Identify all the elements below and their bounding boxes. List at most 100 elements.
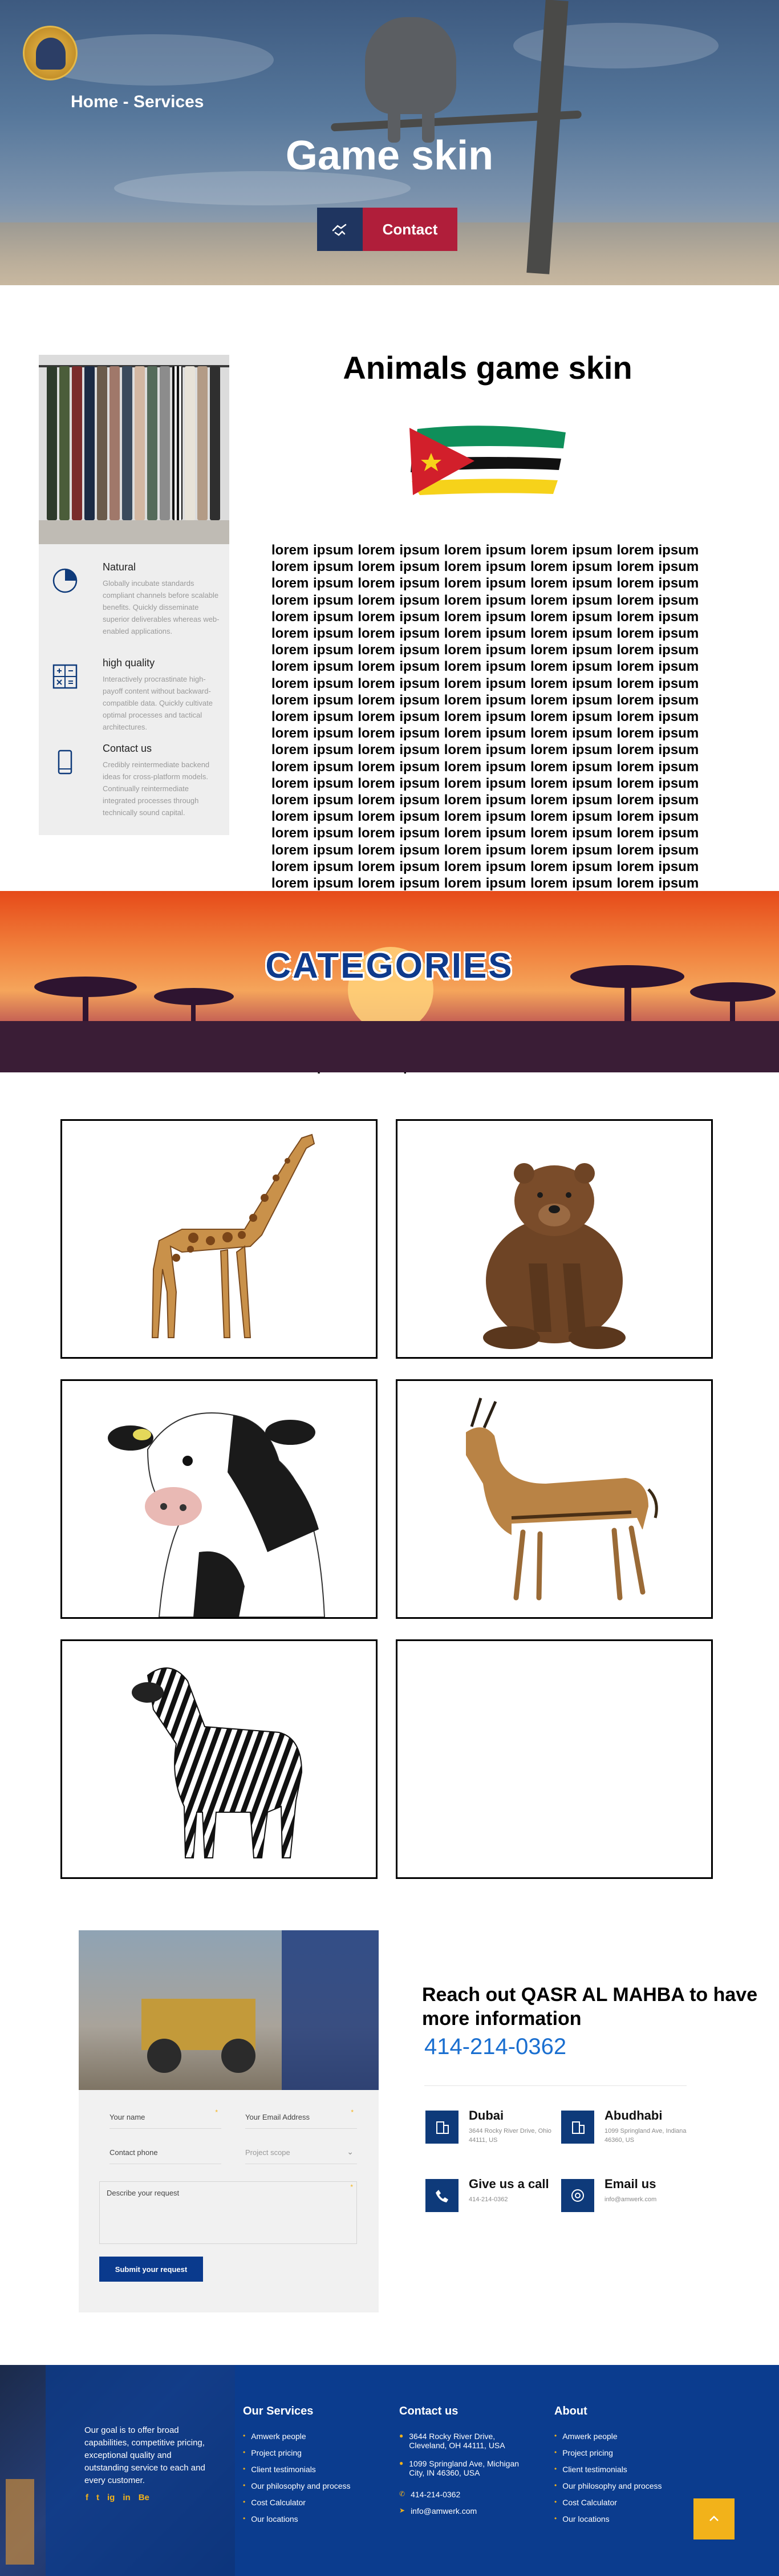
chevron-down-icon: ⌄ <box>347 2147 354 2156</box>
hero-banner: Home - Services Game skin Contact <box>0 0 779 285</box>
footer-link[interactable]: • Amwerk people <box>243 2432 351 2448</box>
bullet-icon: • <box>243 2481 246 2489</box>
instagram-icon[interactable]: ig <box>107 2493 115 2502</box>
email-field[interactable]: Your Email Address * <box>245 2106 357 2129</box>
section-title: Animals game skin <box>343 350 632 386</box>
required-icon: * <box>351 2108 354 2116</box>
call-us[interactable]: Give us a call 414-214-0362 <box>425 2177 557 2222</box>
office-name: Dubai <box>469 2108 504 2123</box>
request-textarea[interactable]: Describe your request * <box>99 2181 357 2244</box>
category-card-gazelle[interactable] <box>396 1379 713 1619</box>
footer-link[interactable]: • Our locations <box>243 2514 351 2531</box>
email-icon <box>561 2179 594 2212</box>
footer-heading: Our Services <box>243 2405 314 2417</box>
footer-tagline: Our goal is to offer broad capabilities,… <box>84 2425 205 2485</box>
footer-phone[interactable]: ✆ 414-214-0362 <box>399 2490 525 2506</box>
office-address: 414-214-0362 <box>469 2196 508 2203</box>
bullet-icon: • <box>243 2514 246 2522</box>
contact-form: Your name * Your Email Address * Contact… <box>79 1930 379 2312</box>
footer-about: About • Amwerk people • Project pricing • C… <box>554 2405 662 2531</box>
submit-button[interactable]: Submit your request <box>99 2257 203 2282</box>
page-title: Game skin <box>285 133 494 179</box>
bear-image <box>483 1163 626 1349</box>
breadcrumb[interactable]: Home - Services <box>71 92 204 112</box>
office-address: 3644 Rocky River Drive, Ohio 44111, US <box>469 2128 551 2144</box>
name-field[interactable]: Your name * <box>109 2106 221 2129</box>
feature-contact: Contact us Credibly reintermediate backe… <box>50 743 221 817</box>
contact-button[interactable]: Contact <box>363 208 457 251</box>
scope-placeholder: Project scope <box>245 2148 290 2157</box>
savanna-ground <box>0 1021 779 1072</box>
bullet-icon: • <box>554 2448 557 2456</box>
linkedin-icon[interactable]: in <box>123 2493 130 2502</box>
location-pin-icon: ● <box>399 2459 404 2467</box>
feature-title: Contact us <box>103 743 152 754</box>
bullet-icon: • <box>243 2432 246 2440</box>
footer-link[interactable]: • Cost Calculator <box>243 2498 351 2514</box>
back-to-top-button[interactable] <box>693 2498 735 2539</box>
name-placeholder: Your name <box>109 2113 145 2121</box>
category-card-zebra[interactable] <box>60 1639 378 1879</box>
facebook-icon[interactable]: f <box>86 2493 88 2502</box>
footer-link[interactable]: • Project pricing <box>243 2448 351 2465</box>
footer-contact: Contact us ● 3644 Rocky River Drive, Clev… <box>399 2405 525 2523</box>
footer-link[interactable]: • Our locations <box>554 2514 662 2531</box>
send-icon: ➤ <box>399 2506 405 2514</box>
bullet-icon: • <box>554 2432 557 2440</box>
category-card-bear[interactable] <box>396 1119 713 1359</box>
office-address: 1099 Springland Ave, Indiana 46360, US <box>604 2128 687 2144</box>
category-card-giraffe[interactable] <box>60 1119 378 1359</box>
footer-heading: About <box>554 2405 587 2417</box>
category-card-empty[interactable] <box>396 1639 713 1879</box>
feature-text: Globally incubate standards compliant ch… <box>103 579 220 635</box>
giraffe-image <box>151 1133 315 1338</box>
zebra-image <box>132 1667 303 1858</box>
bullet-icon: • <box>554 2465 557 2473</box>
required-icon: * <box>350 2183 353 2191</box>
feature-text: Interactively procrastinate high-payoff … <box>103 675 213 731</box>
footer-link[interactable]: • Project pricing <box>554 2448 662 2465</box>
office-name: Email us <box>604 2177 656 2191</box>
required-icon: * <box>215 2108 218 2116</box>
mozambique-flag-image <box>406 423 571 497</box>
cow-image <box>108 1412 326 1617</box>
footer-link[interactable]: • Our philosophy and process <box>243 2481 351 2498</box>
footer-link[interactable]: • Cost Calculator <box>554 2498 662 2514</box>
bullet-icon: • <box>243 2498 246 2506</box>
feature-text: Credibly reintermediate backend ideas fo… <box>103 760 210 817</box>
site-logo[interactable] <box>23 26 78 80</box>
footer-email[interactable]: ➤ info@amwerk.com <box>399 2506 525 2523</box>
handshake-icon[interactable] <box>317 208 363 251</box>
category-card-cow[interactable] <box>60 1379 378 1619</box>
calculator-icon <box>50 662 80 691</box>
arrow-up-icon <box>709 2516 719 2521</box>
clothes-rack-image <box>39 355 229 544</box>
request-placeholder: Describe your request <box>107 2189 180 2197</box>
bullet-icon: • <box>243 2448 246 2456</box>
bullet-icon: • <box>243 2465 246 2473</box>
footer-link[interactable]: • Client testimonials <box>243 2465 351 2481</box>
footer-link[interactable]: • Client testimonials <box>554 2465 662 2481</box>
footer-link[interactable]: • Our philosophy and process <box>554 2481 662 2498</box>
office-abudhabi: Abudhabi 1099 Springland Ave, Indiana 46… <box>561 2108 692 2154</box>
location-pin-icon: ● <box>399 2432 404 2440</box>
project-scope-select[interactable]: Project scope ⌄ <box>245 2141 357 2164</box>
divider <box>424 2085 687 2086</box>
feature-natural: Natural Globally incubate standards comp… <box>50 561 221 635</box>
footer-services: Our Services • Amwerk people • Project pri… <box>243 2405 351 2531</box>
twitter-icon[interactable]: t <box>96 2493 99 2502</box>
contact-phone[interactable]: 414-214-0362 <box>424 2034 566 2060</box>
email-placeholder: Your Email Address <box>245 2113 310 2121</box>
elephant-image <box>365 17 456 114</box>
office-address: info@amwerk.com <box>604 2196 657 2203</box>
features-sidebar: Natural Globally incubate standards comp… <box>39 355 229 835</box>
social-links: f t ig in Be <box>86 2493 149 2502</box>
footer-link[interactable]: • Amwerk people <box>554 2432 662 2448</box>
phone-field[interactable]: Contact phone <box>109 2141 221 2164</box>
bullet-icon: • <box>554 2481 557 2489</box>
categories-banner: CATEGORIES <box>0 891 779 1072</box>
contact-heading: Reach out QASR AL MAHBA to have more inf… <box>422 1984 758 2030</box>
email-us[interactable]: Email us info@amwerk.com <box>561 2177 692 2222</box>
behance-icon[interactable]: Be <box>139 2493 149 2502</box>
categories-title: CATEGORIES <box>265 946 514 986</box>
